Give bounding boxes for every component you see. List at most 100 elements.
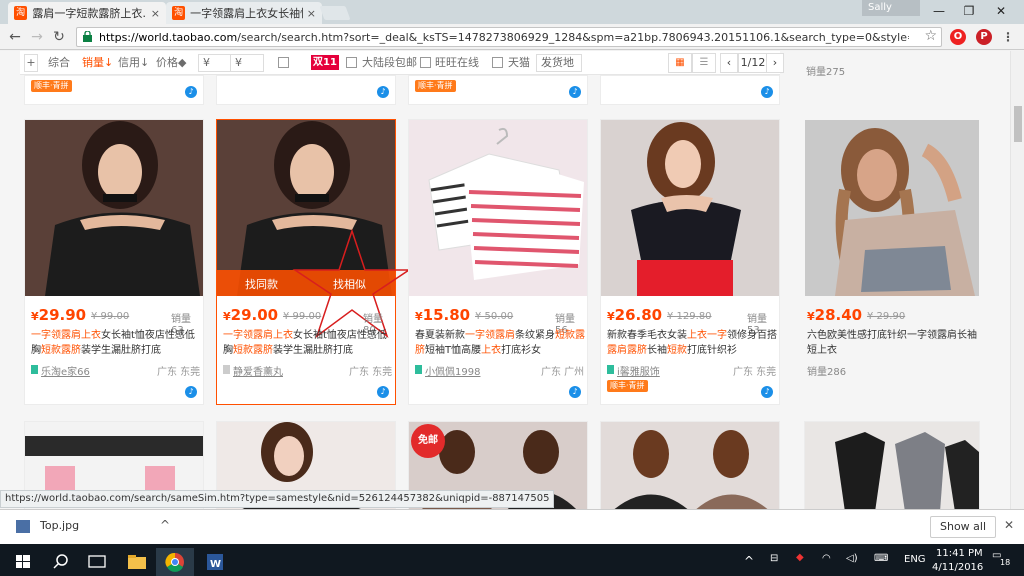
pinterest-extension-icon[interactable]: P: [976, 29, 992, 45]
find-same-style-button[interactable]: 找同款: [245, 276, 278, 292]
price-from-input[interactable]: ¥: [198, 54, 232, 72]
title-keyword: 露肩: [61, 330, 81, 341]
reload-icon[interactable]: ↻: [50, 28, 68, 46]
next-page-button[interactable]: ›: [766, 53, 784, 73]
wangwang-icon[interactable]: ♪: [569, 386, 581, 398]
product-image[interactable]: [25, 120, 203, 296]
page-scrollbar[interactable]: [1010, 51, 1024, 509]
new-tab-button[interactable]: [319, 6, 351, 20]
ship-from-dropdown[interactable]: 发货地: [536, 54, 582, 72]
shop-name[interactable]: 小佩佩1998: [425, 363, 480, 378]
product-image[interactable]: [601, 120, 779, 296]
product-card[interactable]: ¥28.40 ¥ 29.90 六色欧美性感打底针织一字领露肩长袖短上衣 销量28…: [800, 119, 982, 405]
sold-count: 销量275: [806, 67, 846, 78]
wangwang-icon[interactable]: ♪: [761, 86, 773, 98]
shop-name[interactable]: i馨雅服饰: [617, 363, 660, 378]
product-image[interactable]: [409, 120, 587, 296]
opera-extension-icon[interactable]: O: [950, 29, 966, 45]
show-hidden-icons[interactable]: ^: [744, 554, 754, 568]
forward-icon[interactable]: →: [28, 28, 46, 46]
title-text: 条纹紧身: [515, 330, 555, 341]
product-image[interactable]: [805, 422, 979, 509]
prev-page-button[interactable]: ‹: [720, 53, 738, 73]
title-text: 打底衫女: [501, 345, 542, 356]
product-card-hovered[interactable]: 找同款 找相似 ¥29.00 ¥ 99.00 销量80 一字领露肩上衣女长袖t恤…: [216, 119, 412, 405]
back-icon[interactable]: ←: [6, 28, 24, 46]
wangwang-icon[interactable]: ♪: [185, 86, 197, 98]
network-status-icon[interactable]: ⊟: [770, 553, 778, 564]
windows-taskbar: W ^ ⊟ ◆ ◠ ◁) ⌨ ENG 11:41 PM 4/11/2016 ▭ …: [0, 544, 1024, 576]
windows-start-icon[interactable]: [4, 548, 42, 576]
product-title[interactable]: 一字领露肩上衣女长袖t恤夜店性感低胸短款露脐装学生漏肚脐打底: [223, 328, 393, 358]
location: 广东 广州: [541, 367, 585, 378]
shop-name[interactable]: 乐淘e家66: [41, 363, 90, 378]
product-card-partial[interactable]: ♪: [600, 75, 780, 105]
wangwang-icon[interactable]: ♪: [185, 386, 197, 398]
chevron-up-icon[interactable]: ^: [160, 518, 170, 532]
antivirus-icon[interactable]: ◆: [796, 552, 804, 563]
product-card-partial[interactable]: ♪: [216, 75, 396, 105]
tmall-checkbox[interactable]: [492, 57, 503, 68]
scrollbar-thumb[interactable]: [1014, 106, 1022, 142]
sort-default[interactable]: 综合: [48, 54, 70, 72]
product-card[interactable]: ¥29.90 ¥ 99.00 销量63 一字领露肩上衣女长袖t恤夜店性感低胸短款…: [24, 119, 204, 405]
word-icon[interactable]: W: [196, 548, 234, 576]
profile-button[interactable]: Sally: [862, 0, 920, 16]
bookmark-star-icon[interactable]: ☆: [924, 28, 937, 44]
product-card-partial[interactable]: 顺丰·青拼 ♪: [24, 75, 204, 105]
url-host: https://world.taobao.com: [99, 31, 238, 44]
input-language[interactable]: ENG: [904, 554, 926, 565]
menu-icon[interactable]: ⋮: [1000, 29, 1016, 45]
product-title[interactable]: 一字领露肩上衣女长袖t恤夜店性感低胸短款露脐装学生漏肚脐打底: [31, 328, 201, 358]
wangwang-icon[interactable]: ♪: [377, 386, 389, 398]
close-download-shelf-icon[interactable]: ✕: [1004, 518, 1014, 532]
volume-icon[interactable]: ◁): [846, 553, 858, 564]
task-view-icon[interactable]: [78, 548, 116, 576]
restore-icon[interactable]: ❐: [954, 2, 984, 20]
download-file-name[interactable]: Top.jpg: [40, 519, 79, 532]
keyboard-icon[interactable]: ⌨: [874, 553, 888, 564]
list-view-icon[interactable]: ☰: [692, 53, 716, 73]
product-card-partial[interactable]: 顺丰·青拼 ♪: [408, 75, 588, 105]
shop-name[interactable]: 静爱香薰丸: [233, 363, 283, 378]
free-shipping-label: 大陆段包邮: [362, 56, 417, 69]
grid-view-icon[interactable]: ▦: [668, 53, 692, 73]
free-shipping-checkbox[interactable]: [346, 57, 357, 68]
product-title[interactable]: 新款春季毛衣女装上衣一字领修身百搭露肩露脐长袖短款打底针织衫: [607, 328, 777, 358]
expand-filter-button[interactable]: +: [24, 54, 38, 72]
wangwang-icon[interactable]: ♪: [569, 86, 581, 98]
sort-sales[interactable]: 销量↓: [82, 54, 113, 72]
product-card[interactable]: ¥15.80 ¥ 50.00 销量56 春夏装新款一字领露肩条纹紧身短款露脐短袖…: [408, 119, 588, 405]
chrome-icon[interactable]: [156, 548, 194, 576]
product-card-partial[interactable]: [600, 421, 780, 509]
price-to-input[interactable]: ¥: [230, 54, 264, 72]
wangwang-online-checkbox[interactable]: [420, 57, 431, 68]
product-card-partial[interactable]: [804, 421, 980, 509]
product-title[interactable]: 春夏装新款一字领露肩条纹紧身短款露脐短袖T恤高腰上衣打底衫女: [415, 328, 585, 358]
product-image[interactable]: [805, 120, 979, 296]
lock-icon: [83, 31, 92, 42]
file-explorer-icon[interactable]: [118, 548, 156, 576]
wangwang-icon[interactable]: ♪: [377, 86, 389, 98]
product-image[interactable]: [601, 422, 779, 509]
clock-time[interactable]: 11:41 PM: [936, 548, 983, 559]
show-all-downloads-button[interactable]: Show all: [930, 516, 996, 538]
tab-2[interactable]: 淘 一字领露肩上衣女长袖性… ×: [166, 2, 322, 24]
product-card[interactable]: ¥26.80 ¥ 129.80 销量53 新款春季毛衣女装上衣一字领修身百搭露肩…: [600, 119, 780, 405]
title-keyword: 上衣: [81, 330, 101, 341]
window-close-icon[interactable]: ✕: [986, 2, 1016, 20]
product-title[interactable]: 六色欧美性感打底针织一字领露肩长袖短上衣: [807, 328, 979, 358]
tab-1[interactable]: 淘 露肩一字短款露脐上衣… ×: [8, 2, 166, 24]
title-keyword: 上衣: [481, 345, 502, 356]
tab-close-icon[interactable]: ×: [307, 7, 316, 20]
minimize-icon[interactable]: —: [924, 2, 954, 20]
sort-price[interactable]: 价格◆: [156, 54, 186, 72]
double11-checkbox[interactable]: [278, 57, 289, 68]
wifi-icon[interactable]: ◠: [822, 553, 831, 564]
address-bar[interactable]: https://world.taobao.com/search/search.h…: [76, 27, 942, 47]
sort-credit[interactable]: 信用↓: [118, 54, 149, 72]
search-icon[interactable]: [42, 548, 80, 576]
tab-close-icon[interactable]: ×: [151, 7, 160, 20]
clock-date[interactable]: 4/11/2016: [932, 562, 983, 573]
wangwang-icon[interactable]: ♪: [761, 386, 773, 398]
